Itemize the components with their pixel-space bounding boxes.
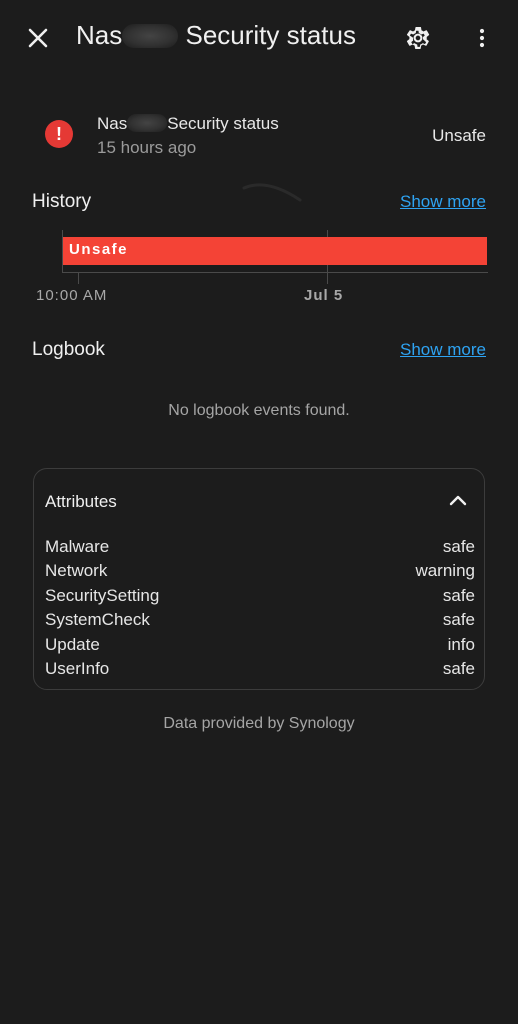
last-changed: 15 hours ago <box>97 138 197 157</box>
close-button[interactable] <box>18 18 58 58</box>
dialog-title: Nas Security status <box>76 20 356 51</box>
attribute-row: SecuritySetting safe <box>45 584 475 608</box>
x-tick <box>78 272 79 284</box>
attribute-value: safe <box>442 610 475 630</box>
close-icon <box>28 28 48 48</box>
x-axis-line <box>62 272 488 273</box>
history-timeline-chart[interactable]: Unsafe 10:00 AM Jul 5 <box>32 228 488 308</box>
logbook-title: Logbook <box>32 339 105 360</box>
entity-state: Unsafe <box>432 126 486 145</box>
chevron-up-icon <box>449 495 467 506</box>
attribute-row: Network warning <box>45 559 475 583</box>
settings-button[interactable] <box>398 18 438 58</box>
history-show-more-link[interactable]: Show more <box>400 192 486 212</box>
history-title: History <box>32 191 92 212</box>
entity-name: Nas Security status <box>97 114 279 134</box>
more-options-button[interactable] <box>462 18 502 58</box>
attribute-value: safe <box>442 658 475 678</box>
entity-name-suffix: Security status <box>167 114 279 133</box>
attributes-card: Attributes Malware safe Network warning … <box>33 468 485 690</box>
attribution-text: Data provided by Synology <box>163 715 355 732</box>
entity-name-prefix: Nas <box>97 114 128 133</box>
attribute-key: SystemCheck <box>45 610 150 630</box>
timeline-segment-unsafe[interactable]: Unsafe <box>63 237 487 265</box>
attribute-value: warning <box>415 561 475 581</box>
alert-circle-icon: ! <box>45 120 73 148</box>
attribute-row: UserInfo safe <box>45 657 475 681</box>
dialog-title-prefix: Nas <box>76 20 123 50</box>
collapse-attributes-button[interactable] <box>446 489 470 513</box>
attribute-key: UserInfo <box>45 658 110 678</box>
attribute-key: Network <box>45 561 108 581</box>
dialog-title-suffix: Security status <box>185 20 356 50</box>
logbook-empty-message: No logbook events found. <box>168 402 350 419</box>
entity-state-row[interactable]: ! Nas Security status 15 hours ago Unsafe <box>0 108 518 164</box>
attribute-value: safe <box>442 537 475 556</box>
x-tick-label: 10:00 AM <box>36 287 108 304</box>
timeline-segment-label: Unsafe <box>69 241 129 258</box>
redacted-blur <box>122 24 179 48</box>
attribute-row: SystemCheck safe <box>45 608 475 632</box>
logbook-show-more-link[interactable]: Show more <box>400 340 486 360</box>
attributes-list: Malware safe Network warning SecuritySet… <box>45 535 475 681</box>
attribute-value: safe <box>442 585 475 605</box>
redacted-blur <box>127 114 168 132</box>
top-app-bar: Nas Security status <box>0 0 518 76</box>
attribute-key: Malware <box>45 537 110 556</box>
x-tick-label: Jul 5 <box>304 287 344 304</box>
stray-stroke <box>242 183 302 202</box>
attribute-key: SecuritySetting <box>45 585 160 605</box>
attributes-title: Attributes <box>45 492 117 511</box>
attribute-row: Update info <box>45 633 475 657</box>
attribute-row: Malware safe <box>45 535 475 559</box>
gear-icon <box>406 27 430 49</box>
attribute-value: info <box>447 634 475 654</box>
more-vertical-icon <box>479 28 485 48</box>
attribute-key: Update <box>45 634 100 654</box>
